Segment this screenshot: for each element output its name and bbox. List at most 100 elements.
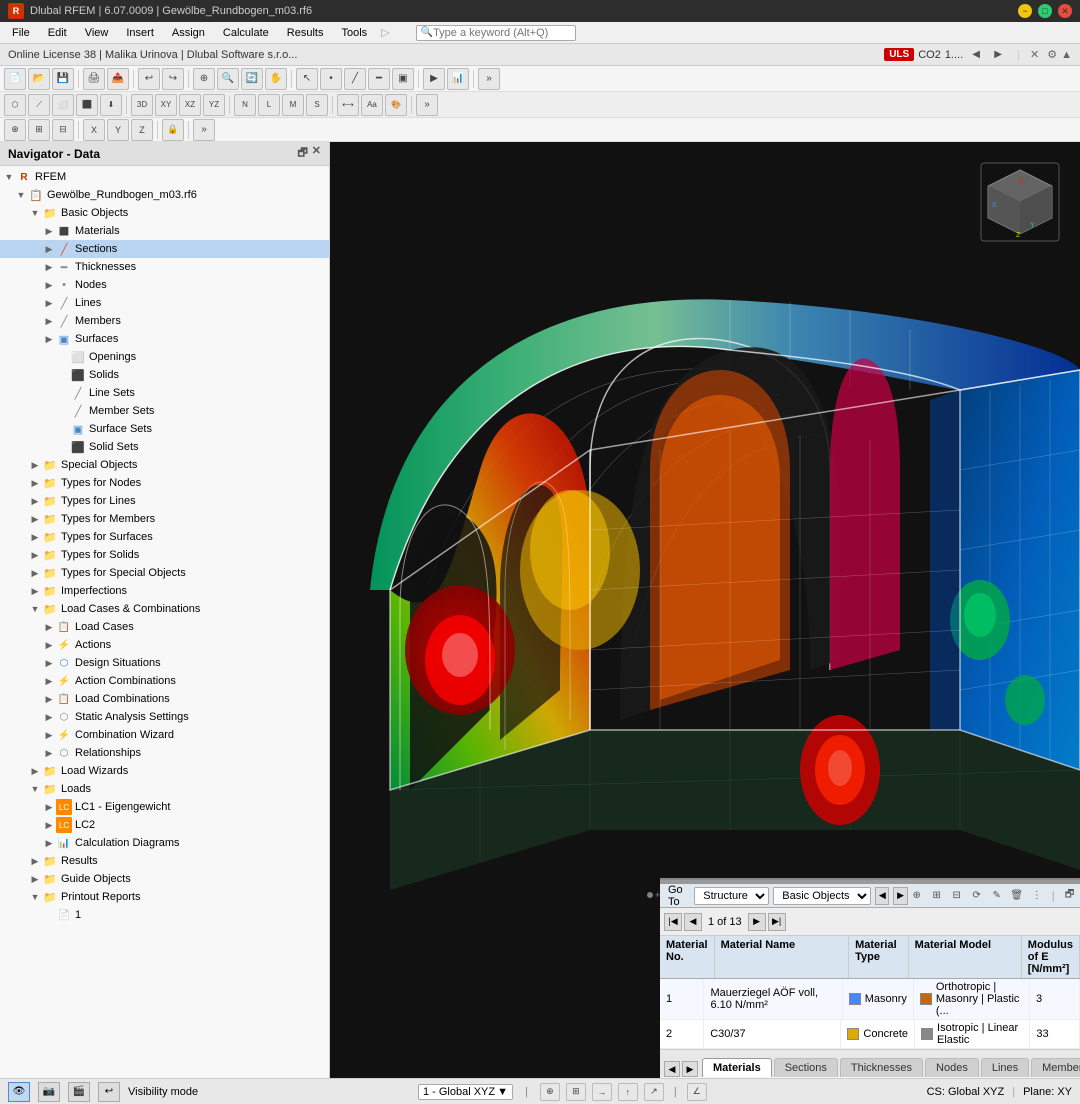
tree-member-sets[interactable]: ╱ Member Sets [0, 402, 329, 420]
tree-relationships[interactable]: ▶ ⬡ Relationships [0, 744, 329, 762]
tab-materials[interactable]: Materials [702, 1058, 772, 1077]
tree-load-cases[interactable]: ▼ 📁 Load Cases & Combinations [0, 600, 329, 618]
tree-load-cases-sub[interactable]: ▶ 📋 Load Cases [0, 618, 329, 636]
vis-btn-film[interactable]: 🎬 [68, 1082, 90, 1102]
tree-design-sit[interactable]: ▶ ⬡ Design Situations [0, 654, 329, 672]
edit-surface-btn[interactable]: ⬜ [52, 94, 74, 116]
menu-calculate[interactable]: Calculate [215, 25, 277, 41]
tab-members[interactable]: Members [1031, 1058, 1080, 1077]
tree-types-nodes[interactable]: ▶ 📁 Types for Nodes [0, 474, 329, 492]
coord-btn-5[interactable]: ↗ [644, 1083, 664, 1101]
show-nodes-btn[interactable]: N [234, 94, 256, 116]
maximize-button[interactable]: □ [1038, 4, 1052, 18]
coord-btn-3[interactable]: → [592, 1083, 612, 1101]
zoom-in-btn[interactable]: 🔍 [217, 68, 239, 90]
tree-action-comb[interactable]: ▶ ⚡ Action Combinations [0, 672, 329, 690]
node-btn[interactable]: • [320, 68, 342, 90]
settings-icon[interactable]: ⚙ [1047, 48, 1057, 61]
close-button[interactable]: ✕ [1058, 4, 1072, 18]
page-first-btn[interactable]: |◀ [664, 913, 682, 931]
bp-tool-5[interactable]: ✎ [988, 887, 1006, 905]
edit-solid-btn[interactable]: ⬛ [76, 94, 98, 116]
snap3-btn[interactable]: ⊟ [52, 119, 74, 141]
tree-types-special[interactable]: ▶ 📁 Types for Special Objects [0, 564, 329, 582]
edit-load-btn[interactable]: ⬇ [100, 94, 122, 116]
bp-tool-3[interactable]: ⊟ [948, 887, 966, 905]
undo-btn[interactable]: ↩ [138, 68, 160, 90]
show-lines-btn[interactable]: L [258, 94, 280, 116]
tree-surface-sets[interactable]: ▣ Surface Sets [0, 420, 329, 438]
menu-insert[interactable]: Insert [118, 25, 162, 41]
tree-openings[interactable]: ⬜ Openings [0, 348, 329, 366]
line-btn[interactable]: ╱ [344, 68, 366, 90]
save-btn[interactable]: 💾 [52, 68, 74, 90]
edit-node-btn[interactable]: ⬡ [4, 94, 26, 116]
tree-surfaces[interactable]: ▶ ▣ Surfaces [0, 330, 329, 348]
table-row-2[interactable]: 2 C30/37 Concrete Isotropic | Linear Ela… [660, 1020, 1080, 1049]
tab-prev-btn[interactable]: ◀ [664, 1061, 680, 1077]
tree-actions[interactable]: ▶ ⚡ Actions [0, 636, 329, 654]
tree-guide-objects[interactable]: ▶ 📁 Guide Objects [0, 870, 329, 888]
colors-btn[interactable]: 🎨 [385, 94, 407, 116]
tree-nodes[interactable]: ▶ • Nodes [0, 276, 329, 294]
tree-report-1[interactable]: 📄 1 [0, 906, 329, 924]
show-surfaces-btn[interactable]: S [306, 94, 328, 116]
page-next-btn[interactable]: ▶ [748, 913, 766, 931]
tree-lc1[interactable]: ▶ LC LC1 - Eigengewicht [0, 798, 329, 816]
tree-rfem[interactable]: ▼ R RFEM [0, 168, 329, 186]
more3-btn[interactable]: » [193, 119, 215, 141]
more-btn[interactable]: » [478, 68, 500, 90]
bp-tool-6[interactable]: 🗑 [1008, 887, 1026, 905]
axis-x-btn[interactable]: X [83, 119, 105, 141]
zoom-fit-btn[interactable]: ⊕ [193, 68, 215, 90]
tree-printout-reports[interactable]: ▼ 📁 Printout Reports [0, 888, 329, 906]
pan-btn[interactable]: ✋ [265, 68, 287, 90]
tree-lines[interactable]: ▶ ╱ Lines [0, 294, 329, 312]
minimize-button[interactable]: − [1018, 4, 1032, 18]
tab-lines[interactable]: Lines [981, 1058, 1029, 1077]
tree-special-objects[interactable]: ▶ 📁 Special Objects [0, 456, 329, 474]
tree-types-surfaces[interactable]: ▶ 📁 Types for Surfaces [0, 528, 329, 546]
tree-calc-diag[interactable]: ▶ 📊 Calculation Diagrams [0, 834, 329, 852]
view-xy-btn[interactable]: XY [155, 94, 177, 116]
tree-load-comb[interactable]: ▶ 📋 Load Combinations [0, 690, 329, 708]
tree-thicknesses[interactable]: ▶ ━ Thicknesses [0, 258, 329, 276]
snap-btn[interactable]: ⊕ [4, 119, 26, 141]
nav-next-btn[interactable]: ▶ [989, 46, 1007, 64]
cs-dropdown[interactable]: 1 - Global XYZ ▼ [418, 1084, 513, 1100]
dims-btn[interactable]: ⟷ [337, 94, 359, 116]
tree-solids[interactable]: ⬛ Solids [0, 366, 329, 384]
member-btn[interactable]: ━ [368, 68, 390, 90]
bp-nav-prev[interactable]: ◀ [875, 887, 889, 905]
tree-types-members[interactable]: ▶ 📁 Types for Members [0, 510, 329, 528]
tree-types-solids[interactable]: ▶ 📁 Types for Solids [0, 546, 329, 564]
tree-static-analysis[interactable]: ▶ ⬡ Static Analysis Settings [0, 708, 329, 726]
menu-view[interactable]: View [77, 25, 117, 41]
redo-btn[interactable]: ↪ [162, 68, 184, 90]
structure-dropdown[interactable]: Structure [694, 887, 769, 905]
vis-btn-arrow[interactable]: ↩ [98, 1082, 120, 1102]
coord-btn-2[interactable]: ⊞ [566, 1083, 586, 1101]
results-btn[interactable]: 📊 [447, 68, 469, 90]
tree-imperfections[interactable]: ▶ 📁 Imperfections [0, 582, 329, 600]
bp-nav-next[interactable]: ▶ [893, 887, 907, 905]
select-btn[interactable]: ↖ [296, 68, 318, 90]
nav-close-btn[interactable]: ✕ [312, 144, 321, 163]
tree-comb-wizard[interactable]: ▶ ⚡ Combination Wizard [0, 726, 329, 744]
bp-tool-4[interactable]: ⟳ [968, 887, 986, 905]
tree-members[interactable]: ▶ ╱ Members [0, 312, 329, 330]
tree-solid-sets[interactable]: ⬛ Solid Sets [0, 438, 329, 456]
table-row-1[interactable]: 1 Mauerziegel AÖF voll, 6.10 N/mm² Mason… [660, 979, 1080, 1020]
angle-btn[interactable]: ∠ [687, 1083, 707, 1101]
export-btn[interactable]: 📤 [107, 68, 129, 90]
view-3d-btn[interactable]: 3D [131, 94, 153, 116]
lock-btn[interactable]: 🔒 [162, 119, 184, 141]
page-last-btn[interactable]: ▶| [768, 913, 786, 931]
tree-line-sets[interactable]: ╱ Line Sets [0, 384, 329, 402]
menu-results[interactable]: Results [279, 25, 332, 41]
bp-restore-btn[interactable]: 🗗 [1061, 887, 1079, 905]
cube-navigator[interactable]: + Y X Z [980, 162, 1060, 242]
tree-materials[interactable]: ▶ ⬛ Materials [0, 222, 329, 240]
menu-file[interactable]: File [4, 25, 38, 41]
rotate-btn[interactable]: 🔄 [241, 68, 263, 90]
